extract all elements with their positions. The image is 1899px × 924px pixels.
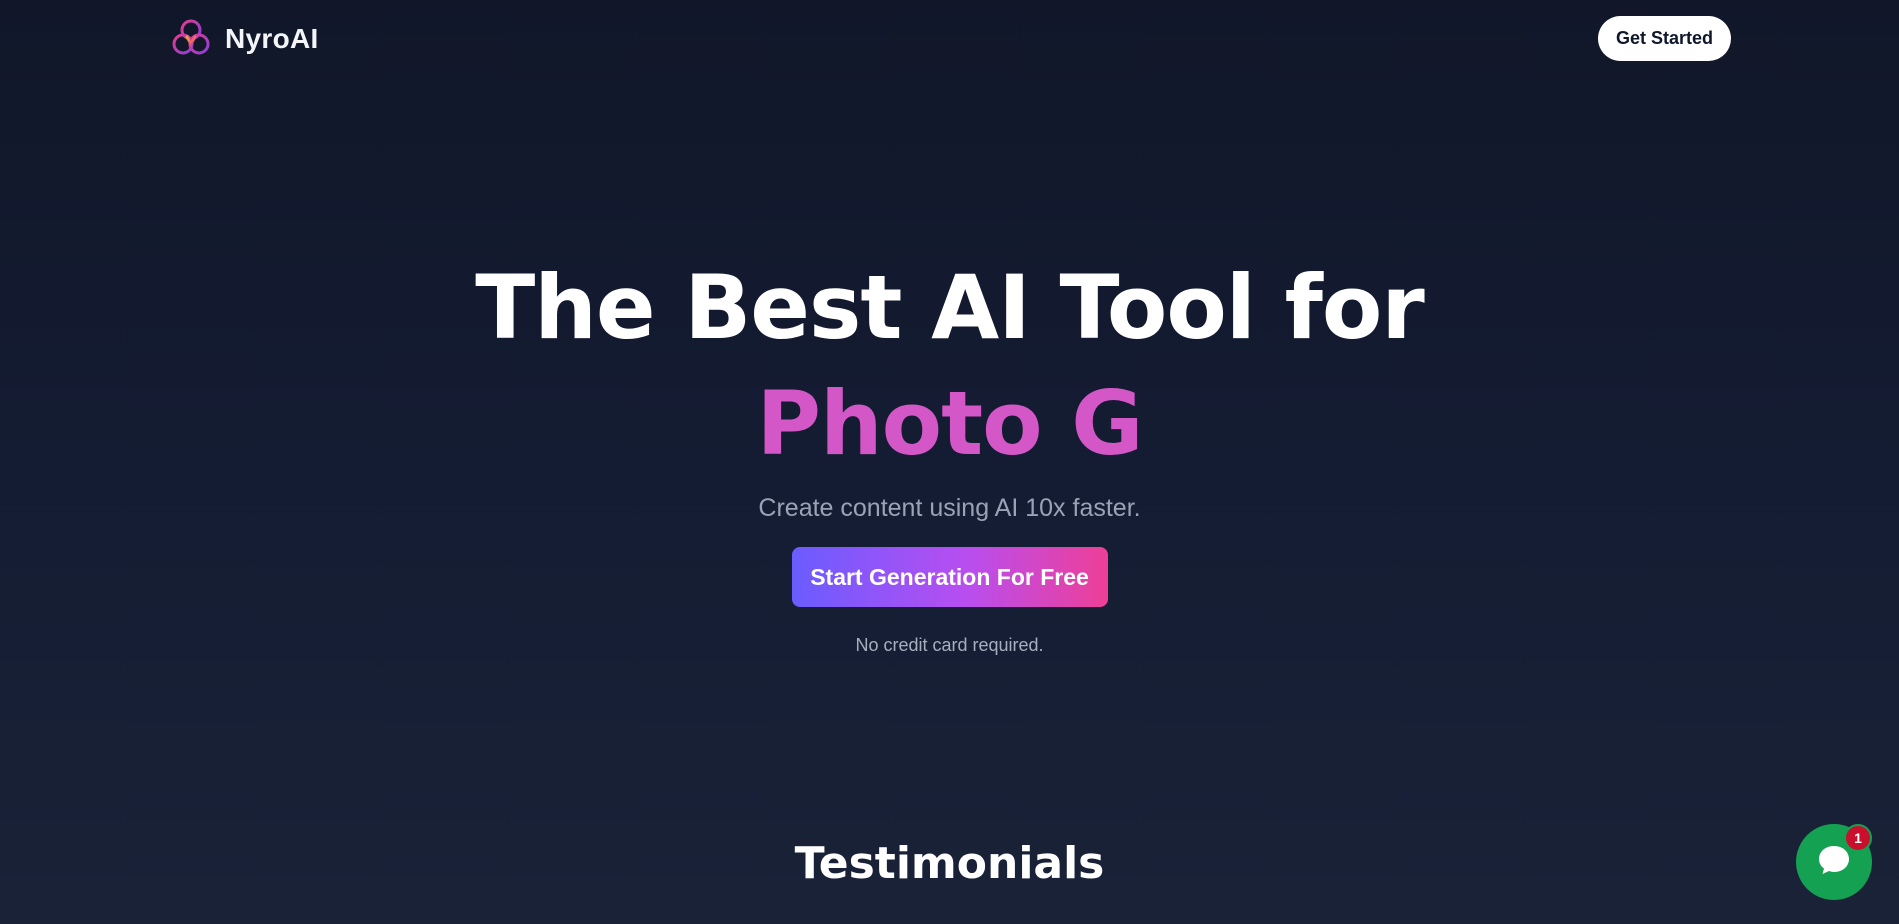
start-generation-button[interactable]: Start Generation For Free — [791, 547, 1108, 607]
hero-subtitle: Create content using AI 10x faster. — [758, 494, 1141, 522]
triple-ring-logo-icon — [169, 17, 213, 61]
chat-notification-badge: 1 — [1844, 824, 1872, 852]
testimonials-heading: Testimonials — [794, 838, 1105, 889]
brand-link[interactable]: NyroAI — [169, 17, 319, 61]
hero-section: The Best AI Tool for Photo G Create cont… — [0, 250, 1899, 656]
hero-typed-text: Photo G — [756, 372, 1144, 475]
navbar: NyroAI Get Started — [0, 0, 1899, 80]
cta-note: No credit card required. — [855, 635, 1044, 655]
get-started-button[interactable]: Get Started — [1598, 16, 1731, 61]
cta-wrap: Start Generation For Free — [0, 547, 1899, 607]
hero-title: The Best AI Tool for — [475, 256, 1425, 359]
brand-name: NyroAI — [225, 23, 319, 54]
